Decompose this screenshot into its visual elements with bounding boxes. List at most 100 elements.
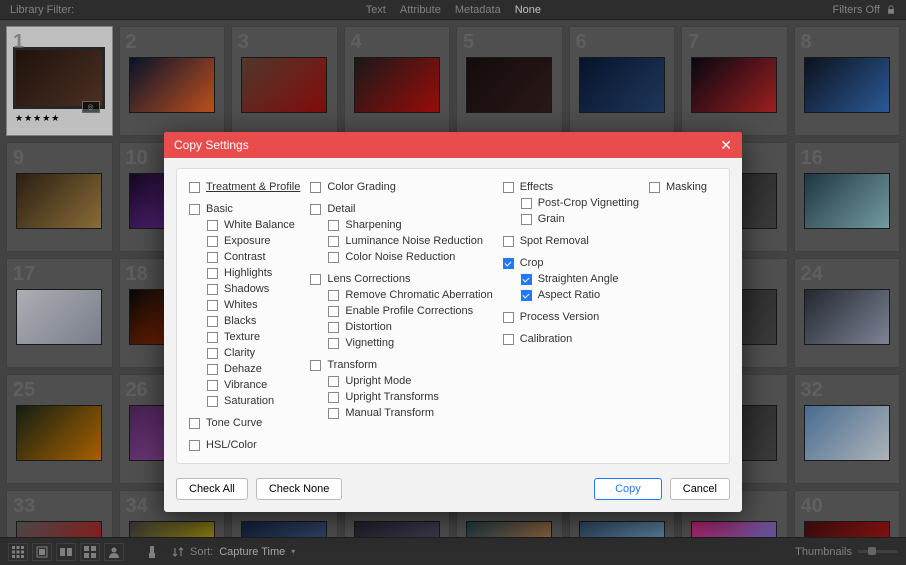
- close-icon[interactable]: ✕: [720, 137, 732, 154]
- checkbox[interactable]: [503, 258, 514, 269]
- setting-row[interactable]: Shadows: [189, 281, 300, 297]
- checkbox[interactable]: [503, 182, 514, 193]
- checkbox[interactable]: [207, 348, 218, 359]
- dialog-header: Copy Settings ✕: [164, 132, 742, 158]
- setting-label: Lens Corrections: [327, 271, 410, 287]
- checkbox[interactable]: [189, 204, 200, 215]
- setting-row[interactable]: Blacks: [189, 313, 300, 329]
- setting-row[interactable]: Masking: [649, 179, 729, 195]
- setting-row[interactable]: Exposure: [189, 233, 300, 249]
- checkbox[interactable]: [189, 440, 200, 451]
- checkbox[interactable]: [521, 290, 532, 301]
- setting-row[interactable]: Upright Mode: [310, 373, 492, 389]
- setting-label: Upright Mode: [345, 373, 411, 389]
- checkbox[interactable]: [328, 236, 339, 247]
- setting-row[interactable]: Clarity: [189, 345, 300, 361]
- setting-row[interactable]: Distortion: [310, 319, 492, 335]
- setting-row[interactable]: Sharpening: [310, 217, 492, 233]
- copy-button[interactable]: Copy: [594, 478, 662, 500]
- setting-row[interactable]: Vignetting: [310, 335, 492, 351]
- checkbox[interactable]: [207, 252, 218, 263]
- setting-label: Transform: [327, 357, 377, 373]
- setting-row[interactable]: Enable Profile Corrections: [310, 303, 492, 319]
- checkbox[interactable]: [189, 182, 200, 193]
- setting-row[interactable]: Contrast: [189, 249, 300, 265]
- setting-row[interactable]: Crop: [503, 255, 639, 271]
- setting-label: Exposure: [224, 233, 270, 249]
- checkbox[interactable]: [328, 252, 339, 263]
- setting-row[interactable]: Tone Curve: [189, 415, 300, 431]
- settings-panel: Treatment & Profile BasicWhite BalanceExp…: [176, 168, 730, 464]
- checkbox[interactable]: [503, 312, 514, 323]
- checkbox[interactable]: [328, 290, 339, 301]
- setting-row[interactable]: Treatment & Profile: [189, 179, 300, 195]
- checkbox[interactable]: [328, 338, 339, 349]
- setting-row[interactable]: Calibration: [503, 331, 639, 347]
- setting-row[interactable]: HSL/Color: [189, 437, 300, 453]
- setting-label: Treatment & Profile: [206, 179, 300, 195]
- checkbox[interactable]: [503, 236, 514, 247]
- checkbox[interactable]: [207, 380, 218, 391]
- checkbox[interactable]: [207, 364, 218, 375]
- setting-row[interactable]: Grain: [503, 211, 639, 227]
- checkbox[interactable]: [310, 360, 321, 371]
- check-none-button[interactable]: Check None: [256, 478, 343, 500]
- setting-label: Masking: [666, 179, 707, 195]
- setting-row[interactable]: Texture: [189, 329, 300, 345]
- checkbox[interactable]: [207, 268, 218, 279]
- setting-row[interactable]: Luminance Noise Reduction: [310, 233, 492, 249]
- cancel-button[interactable]: Cancel: [670, 478, 730, 500]
- setting-label: Upright Transforms: [345, 389, 439, 405]
- check-all-button[interactable]: Check All: [176, 478, 248, 500]
- setting-label: White Balance: [224, 217, 295, 233]
- checkbox[interactable]: [207, 300, 218, 311]
- checkbox[interactable]: [649, 182, 660, 193]
- checkbox[interactable]: [328, 376, 339, 387]
- checkbox[interactable]: [207, 332, 218, 343]
- checkbox[interactable]: [328, 408, 339, 419]
- setting-row[interactable]: Dehaze: [189, 361, 300, 377]
- checkbox[interactable]: [189, 418, 200, 429]
- checkbox[interactable]: [503, 334, 514, 345]
- setting-row[interactable]: Aspect Ratio: [503, 287, 639, 303]
- setting-row[interactable]: Manual Transform: [310, 405, 492, 421]
- checkbox[interactable]: [521, 274, 532, 285]
- checkbox[interactable]: [328, 392, 339, 403]
- setting-row[interactable]: Color Noise Reduction: [310, 249, 492, 265]
- setting-row[interactable]: Whites: [189, 297, 300, 313]
- setting-row[interactable]: Process Version: [503, 309, 639, 325]
- setting-label: Straighten Angle: [538, 271, 619, 287]
- checkbox[interactable]: [207, 220, 218, 231]
- setting-row[interactable]: Lens Corrections: [310, 271, 492, 287]
- checkbox[interactable]: [328, 306, 339, 317]
- setting-row[interactable]: Transform: [310, 357, 492, 373]
- checkbox[interactable]: [521, 198, 532, 209]
- checkbox[interactable]: [310, 182, 321, 193]
- setting-row[interactable]: Upright Transforms: [310, 389, 492, 405]
- setting-row[interactable]: Straighten Angle: [503, 271, 639, 287]
- checkbox[interactable]: [207, 396, 218, 407]
- setting-row[interactable]: Highlights: [189, 265, 300, 281]
- setting-row[interactable]: White Balance: [189, 217, 300, 233]
- setting-label: Spot Removal: [520, 233, 589, 249]
- setting-row[interactable]: Remove Chromatic Aberration: [310, 287, 492, 303]
- setting-row[interactable]: Spot Removal: [503, 233, 639, 249]
- setting-label: Sharpening: [345, 217, 401, 233]
- setting-row[interactable]: Post-Crop Vignetting: [503, 195, 639, 211]
- checkbox[interactable]: [207, 316, 218, 327]
- setting-row[interactable]: Detail: [310, 201, 492, 217]
- checkbox[interactable]: [310, 204, 321, 215]
- checkbox[interactable]: [328, 322, 339, 333]
- checkbox[interactable]: [207, 284, 218, 295]
- setting-label: Calibration: [520, 331, 573, 347]
- checkbox[interactable]: [521, 214, 532, 225]
- setting-row[interactable]: Saturation: [189, 393, 300, 409]
- setting-row[interactable]: Color Grading: [310, 179, 492, 195]
- checkbox[interactable]: [328, 220, 339, 231]
- setting-label: Luminance Noise Reduction: [345, 233, 483, 249]
- setting-row[interactable]: Vibrance: [189, 377, 300, 393]
- checkbox[interactable]: [310, 274, 321, 285]
- setting-row[interactable]: Effects: [503, 179, 639, 195]
- checkbox[interactable]: [207, 236, 218, 247]
- setting-row[interactable]: Basic: [189, 201, 300, 217]
